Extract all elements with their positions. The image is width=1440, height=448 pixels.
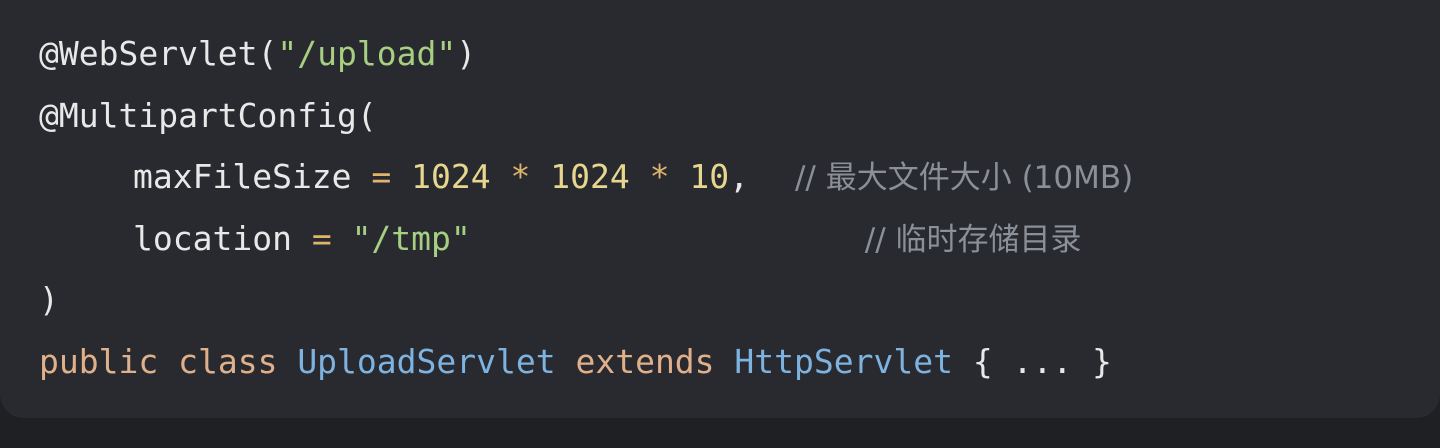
code-block: @WebServlet("/upload") @MultipartConfig(… <box>0 0 1440 418</box>
number-literal: 1024 <box>411 157 491 196</box>
number-literal: 1024 <box>550 157 630 196</box>
comma: , <box>729 157 749 196</box>
assign-operator: = <box>291 218 352 258</box>
param-maxfilesize: maxFileSize <box>133 157 352 196</box>
close-paren: ) <box>456 34 477 73</box>
multiply-operator: * <box>629 157 690 196</box>
keyword-extends: extends <box>575 341 715 381</box>
number-literal: 10 <box>689 157 730 196</box>
code-line-5: ) <box>39 272 1440 334</box>
code-line-4: location = "/tmp" // 临时存储目录 <box>39 211 1440 273</box>
annotation-webservlet: @WebServlet( <box>39 34 278 73</box>
comment-temp-dir: // 临时存储目录 <box>864 221 1082 258</box>
annotation-multipartconfig: @MultipartConfig( <box>39 95 377 135</box>
code-line-2: @MultipartConfig( <box>39 88 1440 150</box>
multiply-operator: * <box>490 157 551 196</box>
string-literal-upload: "/upload" <box>277 34 457 73</box>
code-line-6: public class UploadServlet extends HttpS… <box>39 334 1440 396</box>
keyword-public: public <box>39 341 159 381</box>
comment-max-file-size: // 最大文件大小 (10MB) <box>794 160 1134 196</box>
string-literal-tmp: "/tmp" <box>351 218 471 258</box>
assign-operator: = <box>351 157 412 196</box>
code-line-1: @WebServlet("/upload") <box>39 26 1440 88</box>
keyword-class: class <box>178 341 278 381</box>
code-line-3: maxFileSize = 1024 * 1024 * 10, // 最大文件大小… <box>39 149 1440 211</box>
class-name: UploadServlet <box>297 341 556 381</box>
parent-class-name: HttpServlet <box>734 341 953 381</box>
close-paren: ) <box>39 280 59 319</box>
param-location: location <box>133 218 292 258</box>
class-body: { ... } <box>972 341 1112 381</box>
page: @WebServlet("/upload") @MultipartConfig(… <box>0 0 1440 448</box>
